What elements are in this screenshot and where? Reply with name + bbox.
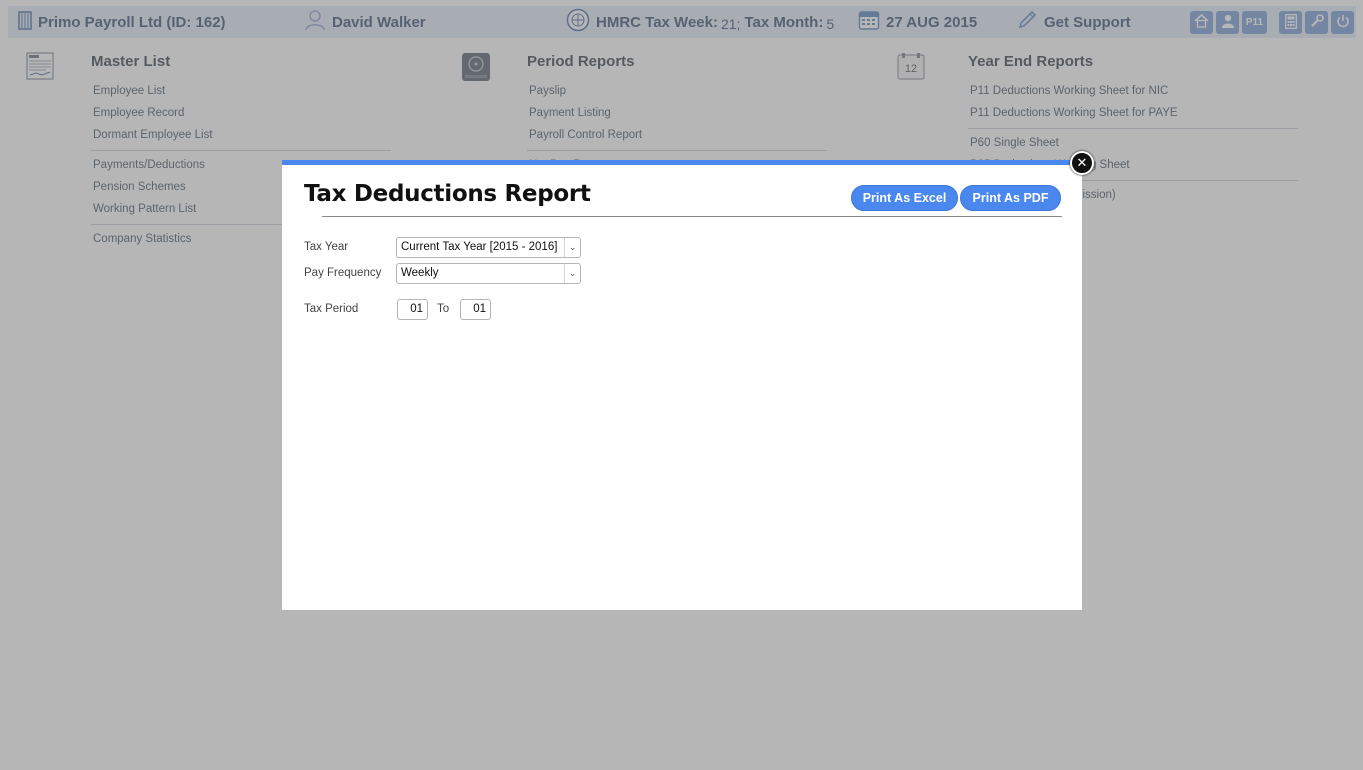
print-as-pdf-button[interactable]: Print As PDF bbox=[960, 185, 1061, 211]
close-dialog-button[interactable]: ✕ bbox=[1070, 151, 1094, 175]
pay-frequency-select[interactable]: Weekly ⌄ bbox=[396, 263, 581, 284]
tax-year-select[interactable]: Current Tax Year [2015 - 2016] ⌄ bbox=[396, 237, 581, 258]
chevron-down-icon: ⌄ bbox=[564, 238, 580, 257]
pay-frequency-label: Pay Frequency bbox=[304, 267, 382, 279]
tax-year-value: Current Tax Year [2015 - 2016] bbox=[401, 241, 558, 253]
tax-deductions-report-dialog: Tax Deductions Report Print As Excel Pri… bbox=[282, 160, 1082, 610]
title-divider bbox=[322, 216, 1062, 217]
chevron-down-icon: ⌄ bbox=[564, 264, 580, 283]
tax-year-label: Tax Year bbox=[304, 241, 349, 253]
dialog-title: Tax Deductions Report bbox=[304, 181, 591, 207]
period-to-label: To bbox=[437, 303, 450, 315]
print-as-excel-button[interactable]: Print As Excel bbox=[851, 185, 958, 211]
pay-frequency-value: Weekly bbox=[401, 267, 439, 279]
close-icon: ✕ bbox=[1076, 155, 1088, 170]
tax-period-to-input[interactable]: 01 bbox=[460, 299, 491, 320]
tax-period-from-input[interactable]: 01 bbox=[397, 299, 428, 320]
tax-period-label: Tax Period bbox=[304, 303, 359, 315]
